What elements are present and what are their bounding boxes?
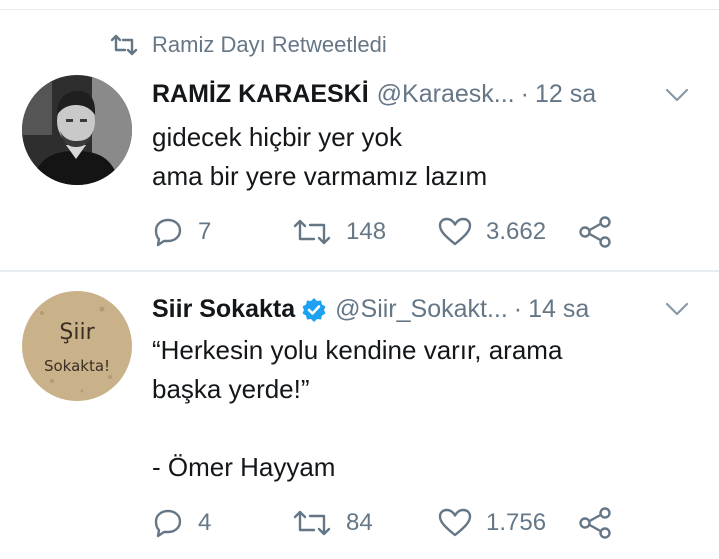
like-count: 1.756 [486,509,547,536]
tweet-line: - Ömer Hayyam [152,452,336,482]
chevron-down-icon[interactable] [664,301,690,317]
profile-photo [22,75,132,185]
verified-badge-icon [302,297,326,322]
reply-count: 7 [198,218,212,245]
retweet-button[interactable]: 148 [292,214,386,250]
tweet-line: ama bir yere varmamız lazım [152,161,488,191]
tweet-text: “Herkesin yolu kendine varır, arama başka… [152,331,562,487]
tweet-time[interactable]: 12 sa [535,80,596,109]
like-count: 3.662 [486,218,547,245]
share-button[interactable] [578,505,626,541]
retweet-icon [293,510,331,536]
author-handle[interactable]: @Karaesk... [377,80,515,109]
avatar[interactable] [22,75,132,185]
reply-icon [154,509,182,538]
tweet-text: gidecek hiçbir yer yok ama bir yere varma… [152,118,487,196]
separator-dot: · [513,295,523,323]
like-button[interactable]: 1.756 [438,505,546,541]
retweet-button[interactable]: 84 [292,505,373,541]
heart-icon [438,217,472,246]
tweet-divider [0,270,719,272]
author-name[interactable]: Siir Sokakta [152,295,295,324]
tweet-time[interactable]: 14 sa [528,295,589,324]
avatar-text-line: Sokakta! [44,357,110,375]
top-divider [0,9,719,10]
reply-count: 4 [198,509,212,536]
retweet-context[interactable]: Ramiz Dayı Retweetledi [110,30,387,60]
retweet-icon [293,219,331,245]
reply-button[interactable]: 7 [152,214,211,250]
avatar[interactable]: Şiir Sokakta! [22,291,132,401]
like-button[interactable]: 3.662 [438,214,546,250]
author-name[interactable]: RAMİZ KARAESKİ [152,80,369,109]
profile-photo: Şiir Sokakta! [22,291,132,401]
chevron-down-icon[interactable] [664,87,690,103]
retweet-count: 84 [346,509,373,536]
tweet-line: başka yerde!” [152,374,310,404]
retweet-icon [110,34,138,56]
avatar-text-line: Şiir [59,320,95,345]
separator-dot: · [520,80,529,108]
share-button[interactable] [578,214,626,250]
heart-icon [438,508,472,537]
tweet-line: gidecek hiçbir yer yok [152,122,402,152]
retweet-context-text: Ramiz Dayı Retweetledi [152,32,387,57]
reply-button[interactable]: 4 [152,505,211,541]
reply-icon [154,218,182,247]
author-handle[interactable]: @Siir_Sokakt... [335,295,508,324]
tweet-line: “Herkesin yolu kendine varır, arama [152,335,563,365]
share-icon [579,216,611,248]
share-icon [579,507,611,539]
retweet-count: 148 [346,218,387,245]
